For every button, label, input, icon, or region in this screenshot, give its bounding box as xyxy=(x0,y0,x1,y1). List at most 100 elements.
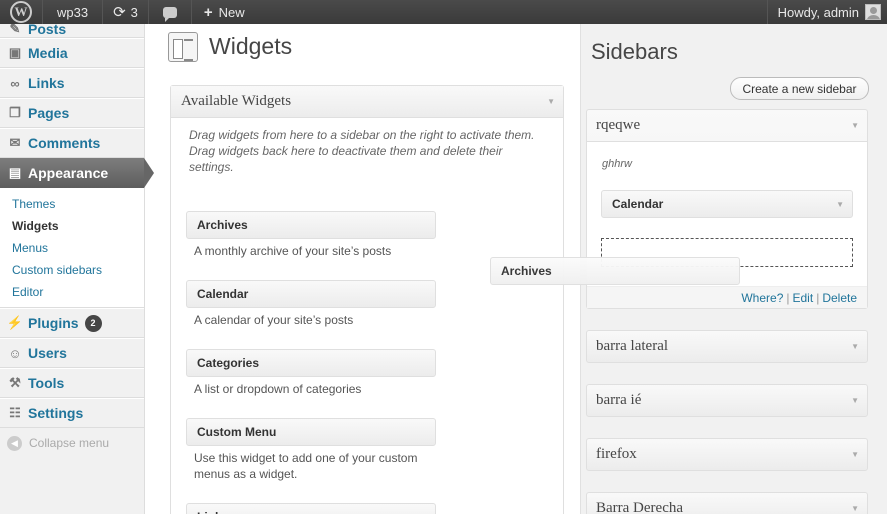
edit-link[interactable]: Edit xyxy=(793,291,814,305)
chevron-down-icon[interactable]: ▼ xyxy=(851,342,859,351)
menu-item-pages[interactable]: ❐ Pages xyxy=(0,98,144,128)
pages-icon: ❐ xyxy=(9,105,21,120)
widgets-page-icon xyxy=(168,32,198,62)
users-icon: ☺ xyxy=(8,345,22,361)
menu-label: Tools xyxy=(28,375,65,391)
widget-title: Calendar xyxy=(612,197,664,211)
sidebar-header: firefox ▼ xyxy=(587,439,867,470)
sidebar-barra-lateral[interactable]: barra lateral ▼ xyxy=(586,330,868,363)
menu-label: Media xyxy=(28,45,68,61)
chevron-down-icon[interactable]: ▼ xyxy=(851,121,859,130)
separator: | xyxy=(816,290,820,305)
menu-item-media[interactable]: ▣ Media xyxy=(0,38,144,68)
wordpress-logo-button[interactable]: W xyxy=(0,0,43,24)
chevron-down-icon[interactable]: ▼ xyxy=(851,450,859,459)
appearance-icon: ▤ xyxy=(8,165,22,180)
sidebar-description: ghhrw xyxy=(602,158,632,170)
my-account-button[interactable]: Howdy, admin xyxy=(766,0,887,24)
chevron-down-icon[interactable]: ▼ xyxy=(547,97,555,106)
widget-description: A calendar of your site’s posts xyxy=(194,313,354,327)
sidebar-header: barra lateral ▼ xyxy=(587,331,867,362)
chevron-down-icon[interactable]: ▼ xyxy=(851,396,859,405)
menu-item-settings[interactable]: ☷ Settings xyxy=(0,398,144,428)
sidebar-name: firefox xyxy=(596,446,637,462)
menu-item-links[interactable]: ∞ Links xyxy=(0,68,144,98)
sidebar-barra-derecha[interactable]: Barra Derecha ▼ xyxy=(586,492,868,514)
menu-item-users[interactable]: ☺ Users xyxy=(0,338,144,368)
plugin-icon: ⚡ xyxy=(6,315,24,330)
submenu-item-custom-sidebars[interactable]: Custom sidebars xyxy=(12,259,144,281)
new-content-button[interactable]: + New xyxy=(192,0,257,24)
admin-bar: W wp33 ⟳ 3 + New Howdy, admin xyxy=(0,0,887,24)
widget-categories[interactable]: Categories xyxy=(186,349,436,377)
available-widgets-title: Available Widgets xyxy=(181,93,292,109)
avatar xyxy=(865,4,881,20)
widget-description: A list or dropdown of categories xyxy=(194,382,362,396)
menu-label: Users xyxy=(28,345,67,361)
available-widgets-panel: Available Widgets ▼ Drag widgets from he… xyxy=(170,85,564,514)
sidebar-name: barra lateral xyxy=(596,338,669,354)
sidebar-actions: Where? | Edit | Delete xyxy=(587,286,867,308)
media-icon: ▣ xyxy=(8,45,22,60)
widget-archives[interactable]: Archives xyxy=(186,211,436,239)
menu-item-comments[interactable]: ✉ Comments xyxy=(0,128,144,158)
submenu-item-menus[interactable]: Menus xyxy=(12,237,144,259)
submenu-item-editor[interactable]: Editor xyxy=(12,281,144,303)
menu-item-appearance[interactable]: ▤ Appearance xyxy=(0,158,154,188)
widget-custom-menu[interactable]: Custom Menu xyxy=(186,418,436,446)
comment-bubble-icon xyxy=(162,6,177,22)
menu-label: Appearance xyxy=(28,165,109,181)
submenu-item-themes[interactable]: Themes xyxy=(12,193,144,215)
sidebar-firefox[interactable]: firefox ▼ xyxy=(586,438,868,471)
sidebar-header: barra ié ▼ xyxy=(587,385,867,416)
page-title: Widgets xyxy=(209,33,293,59)
appearance-submenu: Themes Widgets Menus Custom sidebars Edi… xyxy=(0,188,144,308)
widget-calendar[interactable]: Calendar xyxy=(186,280,436,308)
sidebar-header: Barra Derecha ▼ xyxy=(587,493,867,514)
menu-label: Comments xyxy=(28,135,101,151)
updates-button[interactable]: ⟳ 3 xyxy=(103,0,149,24)
updates-count: 3 xyxy=(130,4,138,20)
menu-item-tools[interactable]: ⚒ Tools xyxy=(0,368,144,398)
menu-label: Plugins xyxy=(28,315,79,331)
separator: | xyxy=(786,290,790,305)
plugins-update-badge: 2 xyxy=(84,314,102,332)
settings-icon: ☷ xyxy=(9,405,21,420)
new-label: New xyxy=(218,4,245,20)
where-link[interactable]: Where? xyxy=(741,291,783,305)
sidebar-name: Barra Derecha xyxy=(596,500,684,514)
menu-label: Links xyxy=(28,75,65,91)
dragged-widget-archives[interactable]: Archives xyxy=(490,257,740,285)
comments-button[interactable] xyxy=(149,0,192,24)
plus-icon: + xyxy=(203,3,213,21)
collapse-menu-button[interactable]: ◀ Collapse menu xyxy=(0,428,144,458)
collapse-arrow-icon: ◀ xyxy=(7,435,22,451)
collapse-label: Collapse menu xyxy=(29,436,110,450)
comments-icon: ✉ xyxy=(9,135,21,150)
sidebar-barra-ie[interactable]: barra ié ▼ xyxy=(586,384,868,417)
sidebar-name: rqeqwe xyxy=(596,117,641,133)
menu-item-plugins[interactable]: ⚡ Plugins 2 xyxy=(0,308,144,338)
sidebar-widget-calendar[interactable]: Calendar ▼ xyxy=(601,190,853,218)
menu-label: Settings xyxy=(28,405,84,421)
admin-menu: ✎ Posts ▣ Media ∞ Links ❐ Pages ✉ Comments ▤ A… xyxy=(0,24,154,514)
sidebars-title: Sidebars xyxy=(591,39,678,64)
link-icon: ∞ xyxy=(10,75,20,91)
menu-item-posts[interactable]: ✎ Posts xyxy=(0,24,144,38)
pin-icon: ✎ xyxy=(9,24,21,36)
menu-label: Pages xyxy=(28,105,70,121)
widget-description: A monthly archive of your site’s posts xyxy=(194,244,392,258)
refresh-icon: ⟳ xyxy=(113,4,126,21)
available-widgets-header[interactable]: Available Widgets ▼ xyxy=(171,86,563,118)
site-name-link[interactable]: wp33 xyxy=(43,0,104,24)
available-widgets-description: Drag widgets from here to a sidebar on t… xyxy=(189,128,535,174)
chevron-down-icon[interactable]: ▼ xyxy=(836,200,844,209)
chevron-down-icon[interactable]: ▼ xyxy=(851,504,859,513)
delete-link[interactable]: Delete xyxy=(822,291,857,305)
sidebar-header[interactable]: rqeqwe ▼ xyxy=(587,110,867,141)
tools-icon: ⚒ xyxy=(9,375,21,390)
submenu-item-widgets[interactable]: Widgets xyxy=(12,215,144,237)
widget-links[interactable]: Links xyxy=(186,503,436,514)
create-new-sidebar-button[interactable]: Create a new sidebar xyxy=(730,77,869,100)
menu-label: Posts xyxy=(28,24,67,37)
